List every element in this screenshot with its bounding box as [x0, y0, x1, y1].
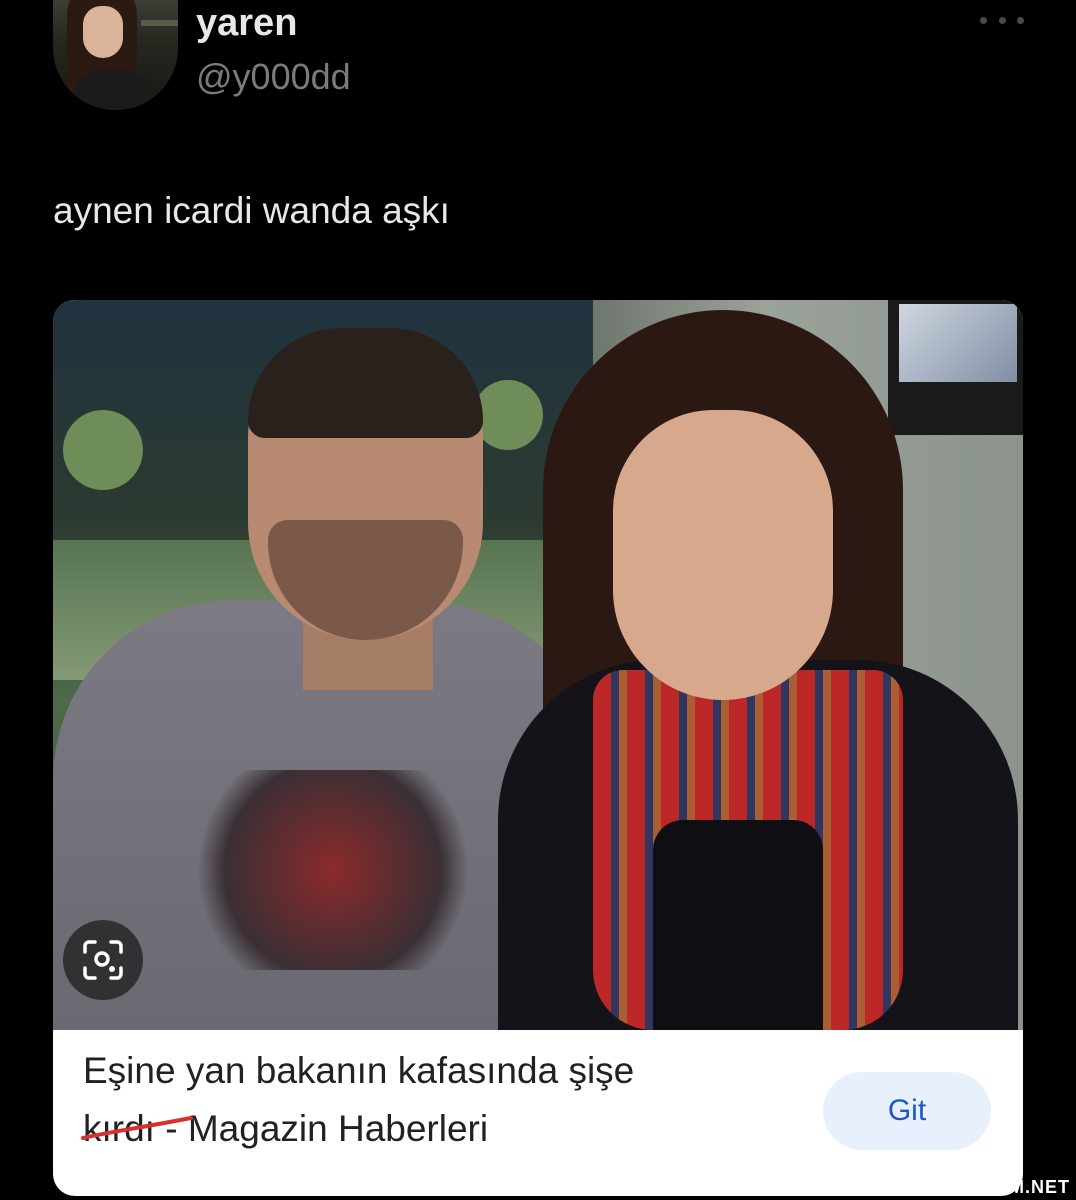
search-result-card[interactable]: Eşine yan bakanın kafasında şişe kırdı -…	[53, 300, 1023, 1196]
avatar[interactable]	[53, 0, 178, 110]
caption-line-1: Eşine yan bakanın kafasında şişe	[83, 1050, 635, 1091]
user-handle[interactable]: @y000dd	[196, 56, 351, 98]
caption-source: - Magazin Haberleri	[154, 1108, 489, 1149]
tweet-screenshot: yaren @y000dd aynen icardi wanda aşkı Eş…	[0, 0, 1076, 1200]
red-strike-mark	[81, 1116, 193, 1140]
username[interactable]: yaren	[196, 2, 297, 45]
result-caption[interactable]: Eşine yan bakanın kafasında şişe kırdı -…	[81, 1042, 803, 1158]
result-photo	[53, 300, 1023, 1030]
more-icon[interactable]	[980, 8, 1024, 32]
watermark: GULDUM.NET	[940, 1177, 1070, 1197]
go-button[interactable]: Git	[823, 1072, 991, 1150]
tweet-text: aynen icardi wanda aşkı	[53, 190, 450, 231]
struck-word: kırdı	[81, 1100, 193, 1158]
lens-icon[interactable]	[63, 920, 143, 1000]
